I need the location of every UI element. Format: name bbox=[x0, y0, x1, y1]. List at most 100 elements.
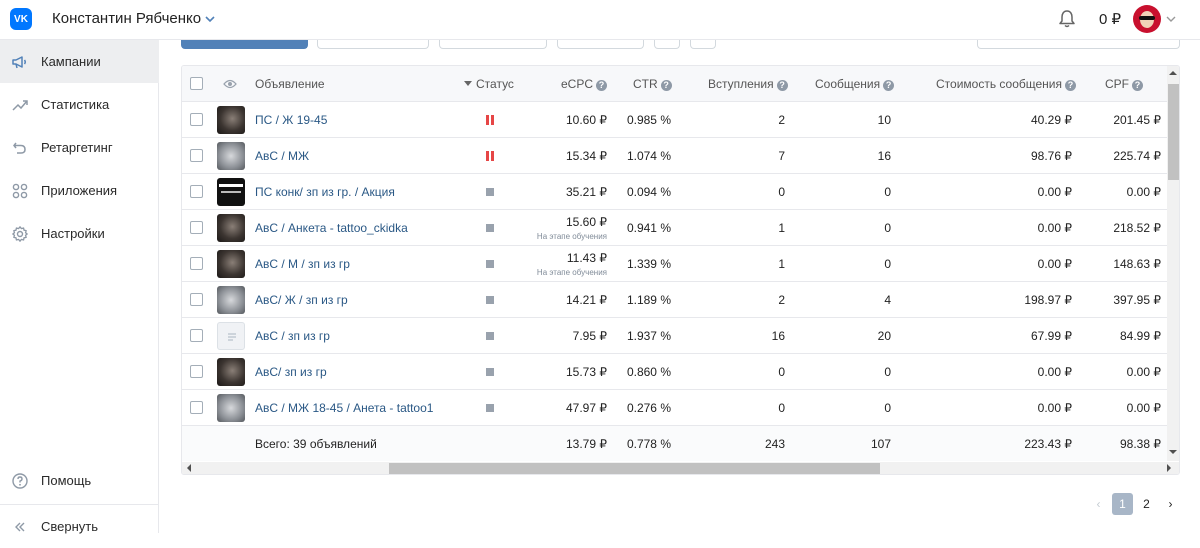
ad-thumbnail[interactable] bbox=[217, 250, 245, 278]
toolbar-button[interactable] bbox=[317, 40, 429, 49]
help-icon[interactable]: ? bbox=[596, 80, 608, 91]
help-icon[interactable]: ? bbox=[1065, 80, 1077, 91]
scroll-up-arrow-icon[interactable] bbox=[1169, 67, 1177, 75]
chevron-down-icon[interactable] bbox=[1166, 14, 1176, 24]
cell-ecpc: 15.34 ₽ bbox=[566, 149, 607, 163]
scroll-down-arrow-icon[interactable] bbox=[1169, 450, 1177, 458]
create-ad-button[interactable] bbox=[181, 40, 308, 49]
row-checkbox[interactable] bbox=[190, 149, 203, 162]
status-stopped-icon[interactable] bbox=[486, 404, 494, 412]
ad-name-link[interactable]: АвС/ зп из гр bbox=[255, 365, 327, 379]
column-header-message-cost[interactable]: Стоимость сообщения? bbox=[936, 77, 1077, 91]
status-stopped-icon[interactable] bbox=[486, 188, 494, 196]
ad-name-link[interactable]: АвС / М / зп из гр bbox=[255, 257, 350, 271]
table-row[interactable]: ПС конк/ зп из гр. / Акция 35.21 ₽ 0.094 %… bbox=[182, 174, 1167, 210]
status-stopped-icon[interactable] bbox=[486, 332, 494, 340]
table-row[interactable]: ПС / Ж 19-45 10.60 ₽ 0.985 % 2 10 40.29 ₽ 201.… bbox=[182, 102, 1167, 138]
scroll-left-arrow-icon[interactable] bbox=[183, 464, 191, 472]
column-header-cpf[interactable]: CPF? bbox=[1105, 77, 1143, 91]
row-checkbox[interactable] bbox=[190, 293, 203, 306]
status-stopped-icon[interactable] bbox=[486, 260, 494, 268]
table-row[interactable]: АвС / зп из гр 7.95 ₽ 1.937 % 16 20 67.99 ₽ 84… bbox=[182, 318, 1167, 354]
bell-icon[interactable] bbox=[1057, 9, 1077, 29]
pagination-page-1[interactable]: 1 bbox=[1112, 493, 1133, 515]
sidebar-item-campaigns[interactable]: Кампании bbox=[0, 40, 159, 83]
row-checkbox[interactable] bbox=[190, 257, 203, 270]
column-header-ctr[interactable]: CTR? bbox=[633, 77, 672, 91]
ad-thumbnail[interactable] bbox=[217, 394, 245, 422]
column-header-status[interactable]: Статус bbox=[464, 77, 514, 91]
help-icon[interactable]: ? bbox=[883, 80, 895, 91]
help-icon[interactable]: ? bbox=[1132, 80, 1143, 91]
table-row[interactable]: АвС / М / зп из гр 11.43 ₽ На этапе обучен… bbox=[182, 246, 1167, 282]
account-name[interactable]: Константин Рябченко bbox=[52, 10, 201, 27]
column-header-joins[interactable]: Вступления? bbox=[708, 77, 788, 91]
ad-name-link[interactable]: АвС / Анкета - tattoo_ckidka bbox=[255, 221, 408, 235]
column-header-messages[interactable]: Сообщения? bbox=[815, 77, 895, 91]
horizontal-scrollbar-thumb[interactable] bbox=[389, 463, 880, 474]
ad-name-link[interactable]: АвС/ Ж / зп из гр bbox=[255, 293, 348, 307]
table-row[interactable]: АвС / МЖ 18-45 / Анета - tattoo1 47.97 ₽ 0… bbox=[182, 390, 1167, 426]
toolbar-button[interactable] bbox=[439, 40, 547, 49]
column-header-ecpc[interactable]: eCPC? bbox=[561, 77, 608, 91]
pagination-next-button[interactable]: › bbox=[1160, 493, 1181, 515]
avatar[interactable] bbox=[1133, 5, 1161, 33]
cell-joins: 7 bbox=[778, 149, 785, 163]
sidebar-item-statistics[interactable]: Статистика bbox=[0, 83, 159, 126]
ad-thumbnail[interactable] bbox=[217, 106, 245, 134]
ad-name-link[interactable]: ПС / Ж 19-45 bbox=[255, 113, 327, 127]
row-checkbox[interactable] bbox=[190, 329, 203, 342]
row-checkbox[interactable] bbox=[190, 185, 203, 198]
sidebar-item-help[interactable]: Помощь bbox=[0, 459, 159, 502]
ad-thumbnail[interactable] bbox=[217, 286, 245, 314]
ad-thumbnail[interactable] bbox=[217, 178, 245, 206]
sidebar-item-retargeting[interactable]: Ретаргетинг bbox=[0, 126, 159, 169]
cell-messages: 0 bbox=[884, 365, 891, 379]
help-icon[interactable]: ? bbox=[776, 80, 788, 91]
column-header-ad[interactable]: Объявление bbox=[255, 77, 325, 91]
table-row[interactable]: АвС / МЖ 15.34 ₽ 1.074 % 7 16 98.76 ₽ 225.74 ₽ bbox=[182, 138, 1167, 174]
cell-ctr: 1.339 % bbox=[626, 257, 671, 271]
eye-icon[interactable] bbox=[223, 78, 237, 90]
pagination-page-2[interactable]: 2 bbox=[1136, 493, 1157, 515]
row-checkbox[interactable] bbox=[190, 365, 203, 378]
help-icon[interactable]: ? bbox=[660, 80, 672, 91]
toolbar-button[interactable] bbox=[557, 40, 644, 49]
column-label: Стоимость сообщения bbox=[936, 77, 1063, 91]
pagination-prev-button[interactable]: ‹ bbox=[1088, 493, 1109, 515]
sidebar-item-settings[interactable]: Настройки bbox=[0, 212, 159, 255]
ad-thumbnail[interactable] bbox=[217, 142, 245, 170]
table-row[interactable]: АвС/ зп из гр 15.73 ₽ 0.860 % 0 0 0.00 ₽ 0.00 … bbox=[182, 354, 1167, 390]
chevron-down-icon[interactable] bbox=[205, 14, 215, 24]
ad-name-link[interactable]: АвС / МЖ 18-45 / Анета - tattoo1 bbox=[255, 401, 433, 415]
status-paused-icon[interactable] bbox=[486, 115, 495, 125]
sidebar-item-apps[interactable]: Приложения bbox=[0, 169, 159, 212]
vertical-scrollbar-thumb[interactable] bbox=[1168, 84, 1179, 180]
ad-name-link[interactable]: ПС конк/ зп из гр. / Акция bbox=[255, 185, 395, 199]
vk-logo[interactable]: VK bbox=[10, 8, 32, 30]
ad-thumbnail[interactable] bbox=[217, 322, 245, 350]
row-checkbox[interactable] bbox=[190, 401, 203, 414]
table-row[interactable]: АвС / Анкета - tattoo_ckidka 15.60 ₽ На эт… bbox=[182, 210, 1167, 246]
vertical-scrollbar[interactable] bbox=[1167, 66, 1179, 461]
ad-thumbnail[interactable] bbox=[217, 358, 245, 386]
row-checkbox[interactable] bbox=[190, 113, 203, 126]
select-all-checkbox[interactable] bbox=[190, 77, 203, 90]
sidebar-collapse-button[interactable]: Свернуть bbox=[0, 505, 159, 548]
status-stopped-icon[interactable] bbox=[486, 296, 494, 304]
ad-thumbnail[interactable] bbox=[217, 214, 245, 242]
ad-name-link[interactable]: АвС / МЖ bbox=[255, 149, 309, 163]
cell-ecpc: 15.60 ₽ bbox=[566, 215, 607, 229]
status-paused-icon[interactable] bbox=[486, 151, 495, 161]
status-stopped-icon[interactable] bbox=[486, 368, 494, 376]
toolbar-icon-button[interactable] bbox=[690, 40, 716, 49]
status-stopped-icon[interactable] bbox=[486, 224, 494, 232]
table-row[interactable]: АвС/ Ж / зп из гр 14.21 ₽ 1.189 % 2 4 198.97 … bbox=[182, 282, 1167, 318]
horizontal-scrollbar[interactable] bbox=[182, 462, 1179, 474]
search-input[interactable] bbox=[977, 40, 1180, 49]
ad-name-link[interactable]: АвС / зп из гр bbox=[255, 329, 330, 343]
row-checkbox[interactable] bbox=[190, 221, 203, 234]
scroll-right-arrow-icon[interactable] bbox=[1167, 464, 1175, 472]
toolbar-icon-button[interactable] bbox=[654, 40, 680, 49]
balance[interactable]: 0 ₽ bbox=[1099, 10, 1121, 28]
